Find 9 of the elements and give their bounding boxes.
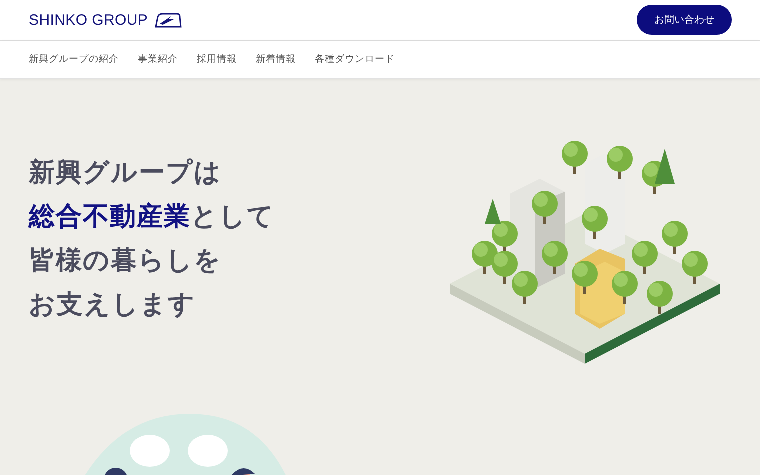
logo-text: SHINKO GROUP [29,12,148,28]
nav-link[interactable]: 事業紹介 [138,53,178,66]
nav-link[interactable]: 新着情報 [256,53,296,66]
nav-link[interactable]: 各種ダウンロード [315,53,395,66]
hero-headline: 新興グループは 総合不動産業 として 皆様の暮らしを お支えします [29,157,275,322]
nav-link[interactable]: 新興グループの紹介 [29,53,119,66]
logo-emblem-icon [153,12,182,28]
contact-button[interactable]: お問い合わせ [637,5,732,35]
nav-link[interactable]: 採用情報 [197,53,237,66]
